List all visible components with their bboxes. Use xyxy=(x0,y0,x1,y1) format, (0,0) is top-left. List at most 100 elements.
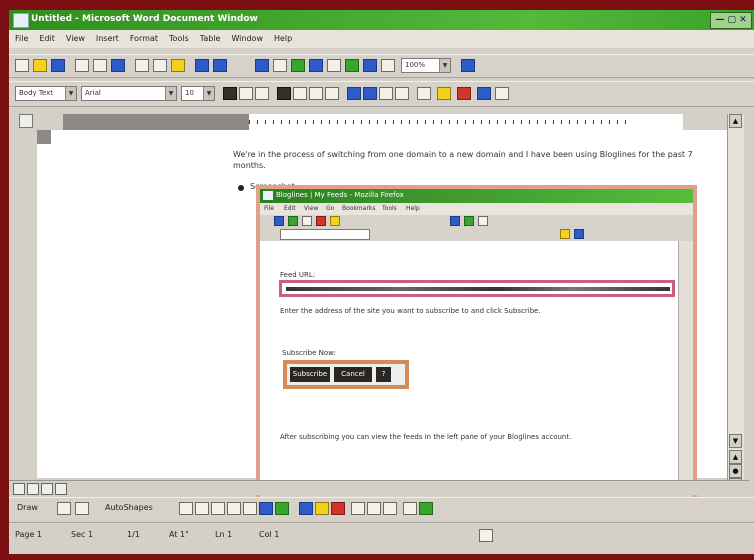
select-browse-object-icon[interactable]: ● xyxy=(729,464,742,478)
font-select[interactable]: Arial ▼ xyxy=(81,86,177,101)
wordart-icon[interactable] xyxy=(259,502,273,515)
align-center-icon[interactable] xyxy=(293,87,307,100)
font-size-select[interactable]: 10 ▼ xyxy=(181,86,215,101)
spelling-status-icon[interactable] xyxy=(479,529,493,542)
normal-view-icon[interactable] xyxy=(13,483,25,495)
insert-table-icon[interactable] xyxy=(291,59,305,72)
copy-icon[interactable] xyxy=(153,59,167,72)
chevron-down-icon[interactable]: ▼ xyxy=(65,87,76,100)
embedded-screenshot[interactable]: Bloglines | My Feeds - Mozilla Firefox F… xyxy=(256,185,697,505)
buttons-highlight: Subscribe Cancel ? xyxy=(283,360,409,389)
bold-icon[interactable] xyxy=(223,87,237,100)
previous-page-icon[interactable]: ▲ xyxy=(729,450,742,464)
tables-icon[interactable] xyxy=(273,59,287,72)
menu-view[interactable]: View xyxy=(60,30,90,43)
menu-help[interactable]: Help xyxy=(268,30,297,43)
horizontal-ruler[interactable] xyxy=(63,114,683,131)
increase-indent-icon[interactable] xyxy=(395,87,409,100)
menu-insert[interactable]: Insert xyxy=(90,30,124,43)
oval-icon[interactable] xyxy=(227,502,241,515)
cut-icon[interactable] xyxy=(135,59,149,72)
justify-icon[interactable] xyxy=(325,87,339,100)
arrow-icon[interactable] xyxy=(195,502,209,515)
draw-menu[interactable]: Draw xyxy=(17,503,38,512)
paste-icon[interactable] xyxy=(171,59,185,72)
open-folder-icon[interactable] xyxy=(33,59,47,72)
zoom-select[interactable]: 100% ▼ xyxy=(401,58,451,73)
columns-icon[interactable] xyxy=(327,59,341,72)
menu-table[interactable]: Table xyxy=(194,30,226,43)
print-layout-icon[interactable] xyxy=(41,483,53,495)
excel-icon[interactable] xyxy=(309,59,323,72)
bullets-icon[interactable] xyxy=(363,87,377,100)
web-layout-icon[interactable] xyxy=(27,483,39,495)
save-icon[interactable] xyxy=(51,59,65,72)
line-color-icon[interactable] xyxy=(315,502,329,515)
vertical-scrollbar[interactable]: ▲ ▼ ▲ ● ▼ xyxy=(727,114,744,492)
undo-icon[interactable] xyxy=(195,59,209,72)
highlight-icon[interactable] xyxy=(437,87,451,100)
vertical-ruler[interactable] xyxy=(37,130,52,478)
window-controls[interactable]: — ▢ ✕ xyxy=(710,12,752,29)
tab-selector[interactable] xyxy=(19,114,33,128)
scroll-down-icon[interactable]: ▼ xyxy=(729,434,742,448)
redo-icon[interactable] xyxy=(213,59,227,72)
decrease-indent-icon[interactable] xyxy=(379,87,393,100)
numbering-icon[interactable] xyxy=(347,87,361,100)
rectangle-icon[interactable] xyxy=(211,502,225,515)
drawing-icon[interactable] xyxy=(345,59,359,72)
help-icon[interactable] xyxy=(461,59,475,72)
autoshapes-menu[interactable]: AutoShapes xyxy=(105,503,153,512)
underline-icon[interactable] xyxy=(255,87,269,100)
shadow-icon[interactable] xyxy=(403,502,417,515)
embedded-menu-edit: Edit xyxy=(284,205,296,212)
align-right-icon[interactable] xyxy=(309,87,323,100)
window-title: Untitled - Microsoft Word Document Windo… xyxy=(31,14,258,24)
dash-style-icon[interactable] xyxy=(367,502,381,515)
document-map-icon[interactable] xyxy=(363,59,377,72)
menu-window[interactable]: Window xyxy=(225,30,268,43)
show-hide-icon[interactable] xyxy=(381,59,395,72)
more-buttons-icon[interactable] xyxy=(495,87,509,100)
menu-tools[interactable]: Tools xyxy=(163,30,194,43)
italic-icon[interactable] xyxy=(239,87,253,100)
draw-font-color-icon[interactable] xyxy=(331,502,345,515)
chevron-down-icon[interactable]: ▼ xyxy=(165,87,176,100)
line-style-icon[interactable] xyxy=(351,502,365,515)
word-app-icon xyxy=(13,13,29,28)
url-highlight xyxy=(279,280,675,297)
fill-color-icon[interactable] xyxy=(299,502,313,515)
style-select[interactable]: Body Text ▼ xyxy=(15,86,77,101)
status-section: Sec 1 xyxy=(71,530,94,539)
spelling-icon[interactable] xyxy=(111,59,125,72)
embedded-menu-bar: File Edit View Go Bookmarks Tools Help xyxy=(260,203,693,215)
align-left-icon[interactable] xyxy=(277,87,291,100)
embedded-menu-bookmarks: Bookmarks xyxy=(342,205,376,212)
chevron-down-icon[interactable]: ▼ xyxy=(439,59,450,72)
menu-format[interactable]: Format xyxy=(124,30,163,43)
clip-art-icon[interactable] xyxy=(275,502,289,515)
new-document-icon[interactable] xyxy=(15,59,29,72)
free-rotate-icon[interactable] xyxy=(75,502,89,515)
document-paragraph[interactable]: We're in the process of switching from o… xyxy=(233,149,703,171)
go-icon xyxy=(560,229,570,239)
line-icon[interactable] xyxy=(179,502,193,515)
hyperlink-icon[interactable] xyxy=(255,59,269,72)
borders-icon[interactable] xyxy=(417,87,431,100)
menu-edit[interactable]: Edit xyxy=(33,30,60,43)
scroll-up-icon[interactable]: ▲ xyxy=(729,114,742,128)
embedded-help-button: ? xyxy=(376,367,391,382)
styles-icon[interactable] xyxy=(477,87,491,100)
text-box-icon[interactable] xyxy=(243,502,257,515)
arrow-style-icon[interactable] xyxy=(383,502,397,515)
horizontal-scrollbar[interactable] xyxy=(9,480,749,495)
status-line: Ln 1 xyxy=(215,530,233,539)
3d-icon[interactable] xyxy=(419,502,433,515)
print-icon[interactable] xyxy=(75,59,89,72)
menu-file[interactable]: File xyxy=(9,30,33,43)
print-preview-icon[interactable] xyxy=(93,59,107,72)
select-objects-icon[interactable] xyxy=(57,502,71,515)
font-color-icon[interactable] xyxy=(457,87,471,100)
chevron-down-icon[interactable]: ▼ xyxy=(203,87,214,100)
outline-view-icon[interactable] xyxy=(55,483,67,495)
